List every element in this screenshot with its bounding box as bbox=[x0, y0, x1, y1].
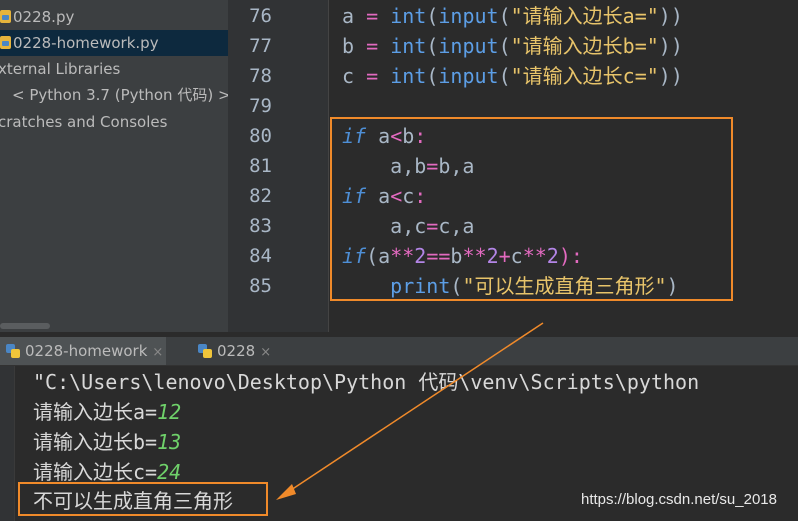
code-token: = bbox=[366, 64, 379, 88]
scrollbar-thumb[interactable] bbox=[0, 323, 50, 329]
close-icon[interactable]: × bbox=[152, 345, 163, 360]
tree-item-python-sdk[interactable]: < Python 3.7 (Python 代码) > bbox=[12, 82, 228, 108]
line-number: 80 bbox=[249, 125, 272, 147]
code-token: ( bbox=[426, 34, 439, 58]
code-token: )) bbox=[658, 4, 683, 28]
tree-item-0228-homework-py[interactable]: 0228-homework.py bbox=[0, 30, 228, 56]
python-file-icon bbox=[0, 10, 11, 23]
close-icon[interactable]: × bbox=[260, 345, 271, 360]
tree-item-external-libraries[interactable]: xternal Libraries bbox=[0, 56, 120, 82]
watermark: https://blog.csdn.net/su_2018 bbox=[581, 491, 777, 508]
line-number: 85 bbox=[249, 275, 272, 297]
line-number: 83 bbox=[249, 215, 272, 237]
code-token: )) bbox=[658, 34, 683, 58]
result-highlight-box bbox=[18, 482, 268, 516]
code-token: b bbox=[342, 34, 367, 58]
tree-item-label: 0228.py bbox=[13, 8, 75, 26]
code-line[interactable]: a = int(input("请输入边长a=")) bbox=[342, 1, 683, 31]
code-token: int bbox=[390, 64, 427, 88]
console-prompt: 请输入边长a= bbox=[33, 400, 158, 424]
code-token: int bbox=[390, 34, 427, 58]
project-horizontal-scrollbar[interactable] bbox=[0, 320, 228, 332]
code-token: int bbox=[390, 4, 427, 28]
code-token: "请输入边长c=" bbox=[510, 64, 659, 88]
console-input-line-b: 请输入边长b=13 bbox=[33, 427, 181, 457]
code-token: = bbox=[366, 4, 379, 28]
code-token: "请输入边长b=" bbox=[510, 34, 659, 58]
project-tree-panel: 0228.py 0228-homework.py xternal Librari… bbox=[0, 0, 228, 320]
run-tab-0228[interactable]: 0228 × bbox=[192, 337, 279, 365]
console-input-line-a: 请输入边长a=12 bbox=[33, 397, 181, 427]
code-token: ( bbox=[498, 4, 511, 28]
code-token: = bbox=[366, 34, 379, 58]
code-token: input bbox=[438, 34, 499, 58]
tree-item-0228-py[interactable]: 0228.py bbox=[0, 4, 228, 30]
code-token: input bbox=[438, 4, 499, 28]
console-user-input: 12 bbox=[157, 400, 182, 424]
code-token: c bbox=[342, 64, 367, 88]
code-token: ( bbox=[498, 34, 511, 58]
code-token: ( bbox=[498, 64, 511, 88]
code-token: ( bbox=[426, 64, 439, 88]
tree-item-label: xternal Libraries bbox=[0, 60, 121, 78]
code-highlight-box bbox=[330, 117, 733, 301]
console-user-input: 13 bbox=[157, 430, 182, 454]
line-number: 76 bbox=[249, 5, 272, 27]
code-token: a bbox=[342, 4, 367, 28]
code-token: "请输入边长a=" bbox=[510, 4, 659, 28]
python-logo-icon bbox=[6, 344, 20, 358]
line-number: 77 bbox=[249, 35, 272, 57]
tree-item-scratches-and-consoles[interactable]: cratches and Consoles bbox=[0, 109, 167, 135]
line-number: 84 bbox=[249, 245, 272, 267]
code-token: ( bbox=[426, 4, 439, 28]
run-tab-0228-homework[interactable]: 0228-homework × bbox=[0, 337, 166, 365]
run-tab-bar: 0228-homework × 0228 × bbox=[0, 337, 798, 366]
run-tab-label: 0228 bbox=[217, 342, 256, 360]
python-logo-icon bbox=[198, 344, 212, 358]
code-token: )) bbox=[658, 64, 683, 88]
tree-item-label: < Python 3.7 (Python 代码) > bbox=[12, 86, 228, 104]
run-tab-label: 0228-homework bbox=[25, 342, 148, 360]
tree-item-label: 0228-homework.py bbox=[13, 34, 159, 52]
code-line[interactable]: c = int(input("请输入边长c=")) bbox=[342, 61, 683, 91]
tree-item-label: cratches and Consoles bbox=[0, 113, 168, 131]
code-token: input bbox=[438, 64, 499, 88]
python-file-icon bbox=[0, 36, 11, 49]
console-prompt: 请输入边长b= bbox=[33, 430, 158, 454]
line-number: 82 bbox=[249, 185, 272, 207]
console-gutter bbox=[0, 366, 14, 521]
console-prompt: 请输入边长c= bbox=[33, 460, 158, 484]
line-number: 81 bbox=[249, 155, 272, 177]
console-command-line: "C:\Users\lenovo\Desktop\Python 代码\venv\… bbox=[33, 370, 700, 394]
line-number: 78 bbox=[249, 65, 272, 87]
line-number: 79 bbox=[249, 95, 272, 117]
console-user-input: 24 bbox=[157, 460, 182, 484]
code-line[interactable]: b = int(input("请输入边长b=")) bbox=[342, 31, 683, 61]
